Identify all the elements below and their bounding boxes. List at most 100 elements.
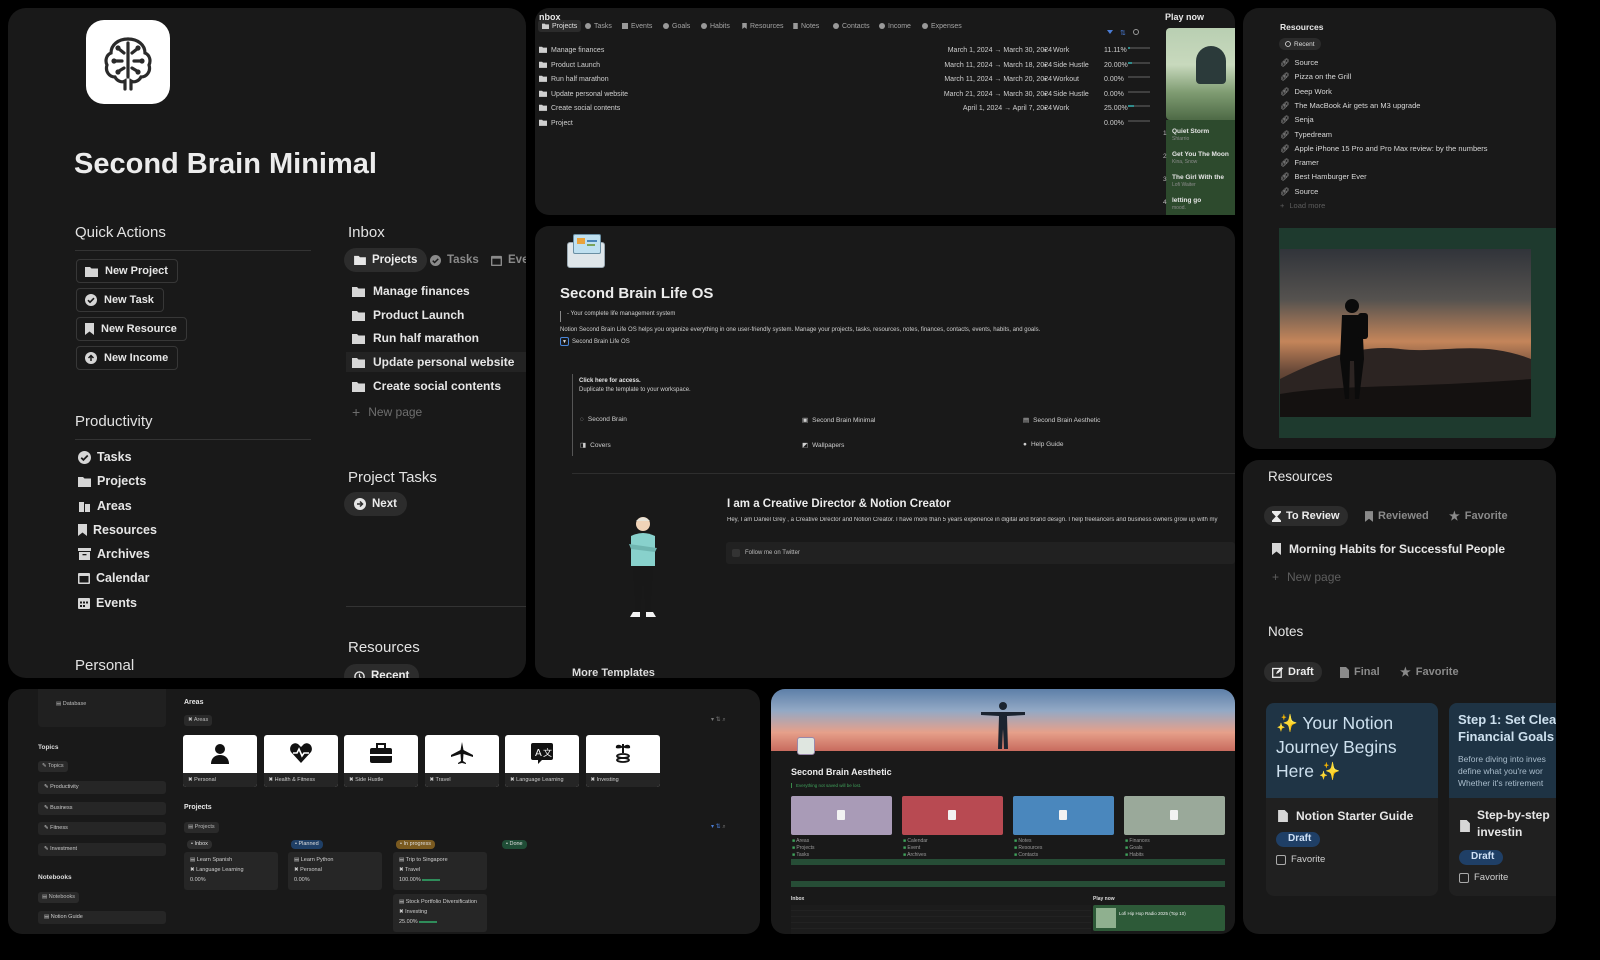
new-page-button[interactable]: + New page (352, 402, 422, 422)
recent-button[interactable]: Recent (344, 664, 420, 678)
life-os-toggle[interactable]: ▼ Second Brain Life OS (560, 337, 630, 346)
inbox-item[interactable]: Product Launch (352, 305, 464, 325)
area-card[interactable]: ✖ Investing (585, 735, 660, 787)
nav-areas[interactable]: Areas (78, 496, 132, 516)
resource-link-item[interactable]: 🔗︎ The MacBook Air gets an M3 upgrade (1280, 99, 1420, 112)
swatch-item[interactable]: ■ Tasks (792, 852, 809, 858)
table-tab-tasks[interactable]: Tasks (585, 20, 612, 32)
song-item[interactable]: 3 The Girl With the Lofi Waiter (1163, 174, 1224, 196)
tab-projects[interactable]: Projects (344, 248, 428, 272)
swatch-item[interactable]: ■ Finances (1125, 838, 1150, 844)
tab-reviewed[interactable]: Reviewed (1357, 506, 1437, 526)
new-page-button[interactable]: + New page (1272, 570, 1341, 584)
nav-tasks[interactable]: Tasks (78, 447, 132, 467)
tab-events[interactable]: Ever (481, 248, 526, 272)
resource-link-item[interactable]: 🔗︎ Apple iPhone 15 Pro and Pro Max review… (1280, 142, 1488, 155)
resource-link-item[interactable]: 🔗︎ Best Hamburger Ever (1280, 170, 1367, 183)
recent-tab[interactable]: Recent (1279, 38, 1321, 50)
swatch-item[interactable]: ■ Areas (792, 838, 809, 844)
link-second-brain-minimal[interactable]: ▣ Second Brain Minimal (802, 416, 875, 425)
table-row[interactable]: Project 0.00% (539, 118, 1164, 131)
inbox-item[interactable]: Create social contents (352, 376, 501, 396)
topic-item[interactable]: ✎ Productivity (38, 781, 166, 794)
link-wallpapers[interactable]: ◩ Wallpapers (802, 441, 844, 450)
favorite-checkbox[interactable]: Favorite (1459, 872, 1508, 883)
next-button[interactable]: Next (344, 492, 407, 516)
area-card[interactable]: ✖ Travel (424, 735, 499, 787)
resource-link-item[interactable]: 🔗︎ Typedream (1280, 128, 1332, 141)
new-project-button[interactable]: New Project (76, 259, 178, 283)
table-tab-resources[interactable]: Resources (742, 20, 783, 32)
link-help-guide[interactable]: ● Help Guide (1023, 441, 1063, 448)
resource-link-item[interactable]: 🔗︎ Source (1280, 56, 1318, 69)
table-tab-expenses[interactable]: Expenses (922, 20, 962, 32)
swatch-item[interactable]: ■ Habits (1125, 852, 1144, 858)
tab-notes-favorite[interactable]: ★ Favorite (1392, 662, 1467, 682)
area-card[interactable]: ✖ Side Hustle (344, 735, 418, 787)
project-card[interactable]: ▤ Stock Portfolio Diversification ✖ Inves… (393, 894, 487, 932)
song-item[interactable]: 4 letting go mood. (1163, 197, 1201, 219)
project-card[interactable]: ▤ Trip to Singapore ✖ Travel 100.00% (393, 852, 487, 890)
swatch-item[interactable]: ■ Projects (792, 845, 814, 851)
table-tab-habits[interactable]: Habits (701, 20, 730, 32)
table-tab-notes[interactable]: Notes (793, 20, 819, 32)
inbox-item[interactable]: Manage finances (352, 281, 470, 301)
areas-tag[interactable]: ✖ Areas (184, 715, 213, 726)
nav-resources[interactable]: Resources (78, 520, 157, 540)
link-second-brain[interactable]: ◌ Second Brain (580, 416, 627, 423)
swatch-item[interactable]: ■ Goals (1125, 845, 1142, 851)
resource-link-item[interactable]: 🔗︎ Source (1280, 185, 1318, 198)
area-card[interactable]: ✖ Personal (183, 735, 257, 787)
inbox-item[interactable]: Run half marathon (352, 328, 479, 348)
area-card[interactable]: A 文 ✖ Language Learning (505, 735, 579, 787)
sort-icon[interactable]: ⇅ (1120, 29, 1126, 37)
album-cover[interactable] (1166, 28, 1235, 120)
tab-draft[interactable]: Draft (1264, 662, 1322, 682)
tab-tasks[interactable]: Tasks (420, 248, 489, 272)
tab-favorite[interactable]: ★ Favorite (1441, 506, 1516, 526)
resource-link-item[interactable]: 🔗︎ Framer (1280, 156, 1319, 169)
favorite-checkbox[interactable]: Favorite (1276, 854, 1325, 865)
resource-link-item[interactable]: 🔗︎ Deep Work (1280, 85, 1332, 98)
nav-archives[interactable]: Archives (78, 544, 150, 564)
load-more-button[interactable]: + Load more (1280, 199, 1325, 212)
resource-item[interactable]: Morning Habits for Successful People (1272, 542, 1505, 556)
link-second-brain-aesthetic[interactable]: ▤ Second Brain Aesthetic (1023, 416, 1100, 425)
project-card[interactable]: ▤ Learn Python ✖ Personal 0.00% (288, 852, 382, 890)
tab-final[interactable]: Final (1332, 662, 1388, 682)
table-row[interactable]: Update personal website March 21, 2024 → … (539, 89, 1164, 102)
song-item[interactable]: 1 Quiet Storm Shiarrio (1163, 128, 1209, 150)
resource-link-item[interactable]: 🔗︎ Senja (1280, 113, 1314, 126)
tab-to-review[interactable]: To Review (1264, 506, 1348, 526)
topic-item[interactable]: ✎ Business (38, 801, 166, 815)
table-tab-projects[interactable]: Projects (538, 20, 582, 32)
table-row[interactable]: Manage finances March 1, 2024 → March 30,… (539, 45, 1164, 58)
swatch-item[interactable]: ■ Resources (1014, 845, 1042, 851)
note-card[interactable]: Step 1: Set Clea Financial Goals Before … (1449, 703, 1556, 896)
nav-events[interactable]: Events (78, 593, 137, 613)
link-covers[interactable]: ◨ Covers (580, 441, 611, 450)
access-title[interactable]: Click here for access. (579, 378, 641, 384)
table-tab-income[interactable]: Income (879, 20, 911, 32)
projects-tag[interactable]: ▤ Projects (184, 822, 219, 833)
template-swatch[interactable] (1013, 796, 1114, 835)
new-income-button[interactable]: New Income (76, 346, 179, 370)
swatch-item[interactable]: ■ Event (903, 845, 920, 851)
table-tab-goals[interactable]: Goals (663, 20, 690, 32)
table-tab-contacts[interactable]: Contacts (833, 20, 870, 32)
inbox-item[interactable]: Update personal website (346, 352, 526, 372)
topic-item[interactable]: ✎ Investment (38, 842, 166, 856)
swatch-item[interactable]: ■ Notes (1014, 838, 1031, 844)
search-icon[interactable] (1133, 29, 1139, 35)
swatch-item[interactable]: ■ Contacts (1014, 852, 1038, 858)
template-swatch[interactable] (791, 796, 892, 835)
nav-projects[interactable]: Projects (78, 471, 146, 491)
music-card[interactable]: Lofi Hip Hop Radio 2025 (Top 10) (1093, 905, 1225, 931)
note-card[interactable]: ✨ Your Notion Journey Begins Here ✨ Noti… (1266, 703, 1438, 896)
swatch-item[interactable]: ■ Archives (903, 852, 926, 858)
database-item[interactable]: ▤ Database (56, 701, 86, 707)
area-card[interactable]: ✖ Health & Fitness (263, 735, 338, 787)
landscape-photo[interactable] (1280, 249, 1531, 417)
notebooks-tag[interactable]: ▤ Notebooks (38, 892, 80, 903)
song-item[interactable]: 2 Get You The Moon Kina, Snow (1163, 151, 1229, 173)
